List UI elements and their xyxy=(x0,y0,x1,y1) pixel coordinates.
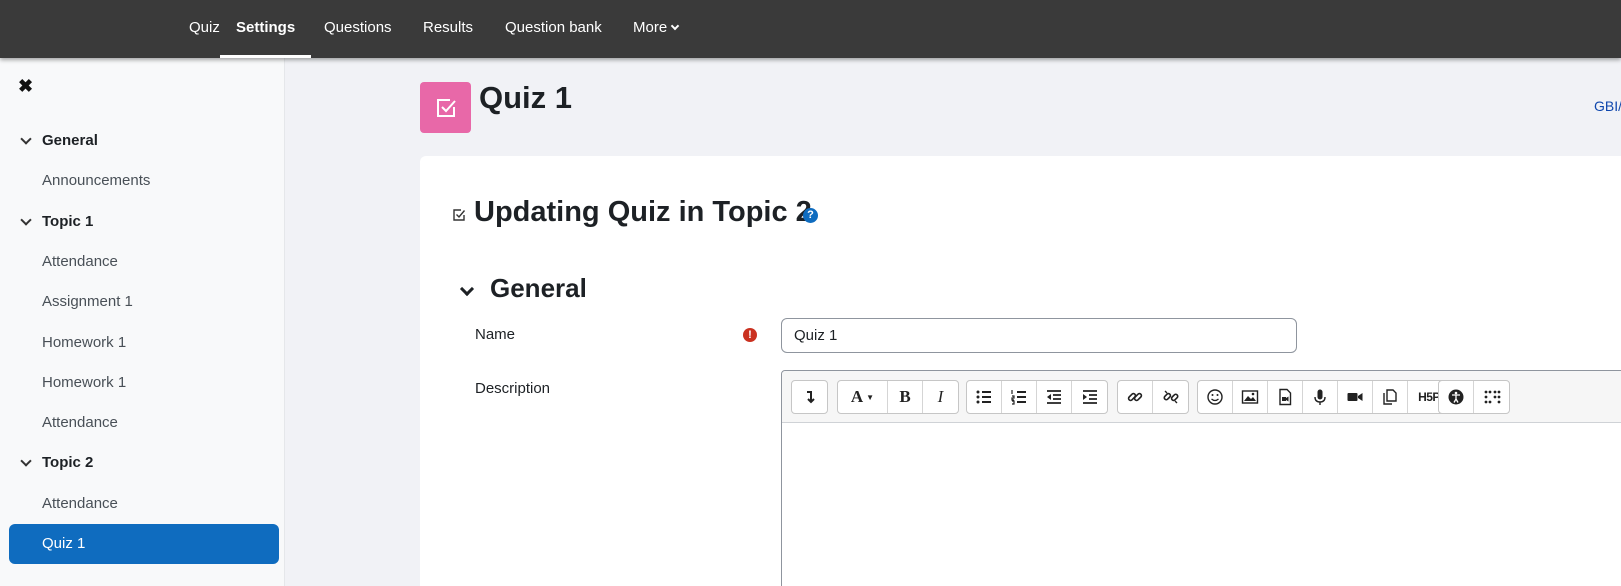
editor-toolbar: A ▼ B I H5P xyxy=(782,371,1621,423)
emoji-icon xyxy=(1207,389,1223,405)
list-numbered-icon xyxy=(1011,390,1026,405)
indent-button[interactable] xyxy=(1072,381,1107,413)
toolbar-group-style: A ▼ B I xyxy=(837,380,959,414)
sidebar-item-attendance[interactable]: Attendance xyxy=(0,403,284,443)
tab-results[interactable]: Results xyxy=(407,0,489,58)
sidebar-section-topic-1[interactable]: Topic 1 xyxy=(0,202,284,242)
manage-files-button[interactable] xyxy=(1373,381,1408,413)
unlink-icon xyxy=(1162,390,1179,404)
secondary-navigation: Quiz Settings Questions Results Question… xyxy=(0,0,1621,58)
record-video-button[interactable] xyxy=(1338,381,1373,413)
microphone-icon xyxy=(1314,389,1326,405)
sidebar-item-label: Attendance xyxy=(42,494,118,512)
description-label: Description xyxy=(475,380,551,397)
outdent-button[interactable] xyxy=(1037,381,1072,413)
tab-label: Quiz xyxy=(189,19,220,36)
chevron-down-icon xyxy=(670,21,680,31)
sidebar-item-label: Quiz 1 xyxy=(42,535,86,552)
sidebar-item-assignment-1[interactable]: Assignment 1 xyxy=(0,282,284,322)
list-bullet-icon xyxy=(976,390,991,404)
record-audio-button[interactable] xyxy=(1303,381,1338,413)
italic-icon: I xyxy=(937,387,944,406)
quiz-activity-icon xyxy=(420,82,471,133)
form-heading: Updating Quiz in Topic 2 xyxy=(474,196,812,228)
required-icon: ! xyxy=(743,328,757,342)
sidebar-item-label: Attendance xyxy=(42,252,118,270)
accessibility-checker-button[interactable] xyxy=(1439,381,1474,413)
ordered-list-button[interactable] xyxy=(1002,381,1037,413)
sidebar-item-label: General xyxy=(42,132,98,149)
checkbox-icon xyxy=(453,209,466,221)
tab-label: Results xyxy=(423,19,474,36)
tab-label: Question bank xyxy=(505,19,602,36)
sidebar-item-label: Attendance xyxy=(42,414,118,432)
unlink-button[interactable] xyxy=(1153,381,1188,413)
screenreader-helper-button[interactable] xyxy=(1474,381,1509,413)
sidebar-item-label: Announcements xyxy=(42,172,151,190)
image-button[interactable] xyxy=(1233,381,1268,413)
link-icon xyxy=(1127,392,1143,402)
close-icon[interactable]: ✖ xyxy=(18,76,33,97)
toolbar-group-links xyxy=(1117,380,1189,414)
name-input[interactable] xyxy=(781,318,1297,353)
section-general-title[interactable]: General xyxy=(490,273,587,304)
course-link[interactable]: GBI/ xyxy=(1594,98,1621,114)
bold-icon: B xyxy=(899,387,911,406)
collapse-button[interactable] xyxy=(792,381,827,413)
media-button[interactable] xyxy=(1268,381,1303,413)
outdent-icon xyxy=(1047,390,1061,404)
help-icon[interactable]: ? xyxy=(803,208,818,223)
image-icon xyxy=(1241,390,1259,404)
sidebar-item-label: Topic 1 xyxy=(42,212,94,230)
course-index-drawer: ✖ General Announcements Topic 1 Attendance A… xyxy=(0,58,285,586)
link-button[interactable] xyxy=(1118,381,1153,413)
sidebar-item-label: Topic 2 xyxy=(42,454,94,472)
sidebar-item-attendance[interactable]: Attendance xyxy=(0,242,284,282)
toolbar-group-media: H5P xyxy=(1197,380,1451,414)
bold-button[interactable]: B xyxy=(888,381,923,413)
tab-question-bank[interactable]: Question bank xyxy=(489,0,618,58)
description-editor: A ▼ B I H5P xyxy=(781,370,1621,586)
video-camera-icon xyxy=(1347,393,1363,401)
sidebar-item-attendance[interactable]: Attendance xyxy=(0,484,284,524)
italic-button[interactable]: I xyxy=(923,381,958,413)
tab-questions[interactable]: Questions xyxy=(308,0,408,58)
tab-settings[interactable]: Settings xyxy=(220,0,312,58)
tab-more[interactable]: More xyxy=(617,0,694,58)
toolbar-group-lists xyxy=(966,380,1108,414)
sidebar-item-homework-1[interactable]: Homework 1 xyxy=(0,363,284,403)
toolbar-group-collapse xyxy=(791,380,828,414)
sidebar-item-quiz-1[interactable]: Quiz 1 xyxy=(9,524,279,564)
emoji-button[interactable] xyxy=(1198,381,1233,413)
accessibility-icon xyxy=(1448,389,1464,405)
sidebar-item-announcements[interactable]: Announcements xyxy=(0,161,284,201)
chevron-down-icon[interactable] xyxy=(20,133,32,145)
sidebar-section-general[interactable]: General xyxy=(0,121,284,161)
name-label: Name xyxy=(475,326,516,343)
chevron-down-icon[interactable] xyxy=(20,455,32,468)
files-icon xyxy=(1383,389,1397,405)
tab-label: Settings xyxy=(236,19,296,36)
sidebar-item-label: Homework 1 xyxy=(42,333,127,351)
editor-content-area[interactable] xyxy=(782,423,1621,586)
font-style-icon: A xyxy=(850,387,864,406)
file-media-icon xyxy=(1279,388,1292,406)
sidebar-section-topic-2[interactable]: Topic 2 xyxy=(0,443,284,483)
indent-icon xyxy=(1082,390,1097,404)
sidebar-item-homework-1[interactable]: Homework 1 xyxy=(0,323,284,363)
tab-label: Questions xyxy=(324,19,392,36)
h5p-icon: H5P xyxy=(1418,390,1440,404)
paragraph-styles-button[interactable]: A ▼ xyxy=(838,381,888,413)
page-title: Quiz 1 xyxy=(479,80,573,115)
braille-icon xyxy=(1484,390,1500,404)
tab-label: More xyxy=(633,19,668,36)
unordered-list-button[interactable] xyxy=(967,381,1002,413)
sidebar-item-label: Assignment 1 xyxy=(42,293,133,311)
chevron-down-icon[interactable] xyxy=(20,213,32,226)
sidebar-item-label: Homework 1 xyxy=(42,373,127,391)
checkbox-icon xyxy=(436,98,456,117)
toolbar-group-accessibility xyxy=(1438,380,1510,414)
arrow-down-icon xyxy=(806,391,815,404)
